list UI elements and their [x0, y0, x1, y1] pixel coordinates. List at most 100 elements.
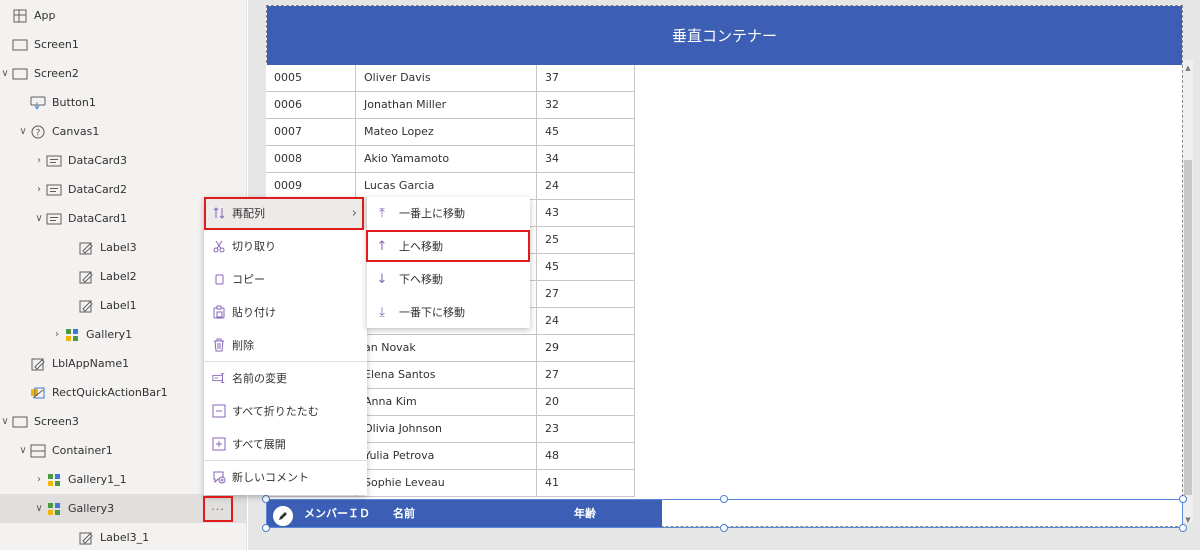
table-row[interactable]: 0008 Akio Yamamoto 34 — [266, 146, 635, 173]
menu-item-rename[interactable]: 名前の変更 — [204, 362, 367, 394]
delete-icon — [212, 338, 226, 352]
gallery-icon — [44, 502, 64, 516]
resize-handle[interactable] — [262, 495, 270, 503]
copy-icon — [212, 272, 226, 286]
scrollbar-thumb[interactable] — [1184, 160, 1192, 495]
submenu-item-label: 上へ移動 — [399, 240, 443, 253]
cell-member-id: 0006 — [266, 92, 356, 119]
tree-item-label: Label3 — [100, 241, 137, 254]
tree-item-screen2[interactable]: ∨ Screen2 — [0, 59, 247, 88]
cell-name: Akio Yamamoto — [356, 146, 537, 173]
tree-item-canvas1[interactable]: ∨ ? Canvas1 — [0, 117, 247, 146]
cell-age: 41 — [537, 470, 635, 497]
resize-handle[interactable] — [1179, 524, 1187, 532]
cell-name: an Novak — [356, 335, 537, 362]
tree-chevron: ∨ — [19, 445, 27, 456]
submenu-item-label: 一番上に移動 — [399, 207, 465, 220]
resize-handle[interactable] — [1179, 495, 1187, 503]
move-down-icon: ↓ — [376, 271, 388, 287]
menu-item-label: コピー — [232, 273, 265, 286]
cell-age: 27 — [537, 281, 635, 308]
menu-item-collapse-all[interactable]: すべて折りたたむ — [204, 395, 367, 427]
table-row[interactable]: 0006 Jonathan Miller 32 — [266, 92, 635, 119]
tree-item-datacard3[interactable]: › DataCard3 — [0, 146, 247, 175]
table-row[interactable]: 0007 Mateo Lopez 45 — [266, 119, 635, 146]
cell-name: Anna Kim — [356, 389, 537, 416]
tree-item-label: Canvas1 — [52, 125, 100, 138]
tree-item-label: Label1 — [100, 299, 137, 312]
scroll-down-arrow-icon[interactable]: ▼ — [1183, 516, 1193, 524]
tree-item-button1[interactable]: Button1 — [0, 88, 247, 117]
tree-item-app[interactable]: App — [0, 1, 247, 30]
context-menu: 再配列 › 切り取り コピー 貼り付け 削除 名前の変更 すべて折りたたむ すべ… — [204, 197, 367, 495]
cell-name: Mateo Lopez — [356, 119, 537, 146]
menu-item-label: 削除 — [232, 339, 254, 352]
move-to-top-icon: ⤒ — [379, 205, 385, 221]
cell-age: 48 — [537, 443, 635, 470]
menu-item-cut[interactable]: 切り取り — [204, 230, 367, 262]
tree-item-label: Gallery1_1 — [68, 473, 127, 486]
menu-item-new-comment[interactable]: 新しいコメント — [204, 461, 367, 493]
menu-item-reorder[interactable]: 再配列 › — [204, 197, 367, 229]
tree-chevron: ∨ — [35, 503, 43, 514]
gallery-icon — [44, 473, 64, 487]
label-icon — [28, 357, 48, 371]
tree-item-label: Screen3 — [34, 415, 79, 428]
cell-age: 20 — [537, 389, 635, 416]
cell-name: Olivia Johnson — [356, 416, 537, 443]
menu-item-label: 再配列 — [232, 207, 265, 220]
menu-item-copy[interactable]: コピー — [204, 263, 367, 295]
resize-handle[interactable] — [262, 524, 270, 532]
collapse-all-icon — [212, 404, 226, 418]
tree-item-label: DataCard1 — [68, 212, 127, 225]
menu-item-paste[interactable]: 貼り付け — [204, 296, 367, 328]
cell-age: 25 — [537, 227, 635, 254]
cell-age: 24 — [537, 173, 635, 200]
tree-item-label3-1[interactable]: Label3_1 — [0, 523, 247, 550]
svg-text:?: ? — [36, 128, 41, 138]
gallery-icon — [62, 328, 82, 342]
container-title: 垂直コンテナー — [267, 6, 1182, 65]
cell-age: 24 — [537, 308, 635, 335]
tree-item-label: RectQuickActionBar1 — [52, 386, 168, 399]
cell-name: Sophie Leveau — [356, 470, 537, 497]
tree-item-label: App — [34, 9, 56, 22]
tree-chevron: › — [55, 329, 59, 340]
tree-chevron: ∨ — [1, 68, 9, 79]
menu-item-label: 切り取り — [232, 240, 276, 253]
more-options-button[interactable]: ··· — [205, 498, 231, 520]
button-icon — [28, 96, 48, 110]
tree-chevron: › — [37, 184, 41, 195]
cell-name: Yulia Petrova — [356, 443, 537, 470]
tree-item-label: Label2 — [100, 270, 137, 283]
resize-handle[interactable] — [720, 524, 728, 532]
cell-member-id: 0009 — [266, 173, 356, 200]
submenu-item-label: 一番下に移動 — [399, 306, 465, 319]
label-icon — [76, 270, 96, 284]
menu-item-delete[interactable]: 削除 — [204, 329, 367, 361]
menu-item-label: すべて展開 — [232, 438, 286, 451]
table-row[interactable]: 0005 Oliver Davis 37 — [266, 65, 635, 92]
move-to-bottom-icon: ⤓ — [379, 304, 385, 320]
cell-age: 32 — [537, 92, 635, 119]
cell-member-id: 0008 — [266, 146, 356, 173]
table-row[interactable]: 0009 Lucas Garcia 24 — [266, 173, 635, 200]
cell-age: 43 — [537, 200, 635, 227]
menu-item-expand-all[interactable]: すべて展開 — [204, 428, 367, 460]
tree-chevron: › — [37, 474, 41, 485]
cell-age: 27 — [537, 362, 635, 389]
submenu-item-move-down[interactable]: ↓ 下へ移動 — [367, 263, 530, 295]
tree-item-label: Gallery3 — [68, 502, 115, 515]
submenu-item-move-to-top[interactable]: ⤒ 一番上に移動 — [367, 197, 530, 229]
tree-chevron: › — [37, 155, 41, 166]
tree-item-label: Container1 — [52, 444, 113, 457]
cell-age: 37 — [537, 65, 635, 92]
scroll-up-arrow-icon[interactable]: ▲ — [1183, 64, 1193, 72]
tree-item-screen1[interactable]: Screen1 — [0, 30, 247, 59]
submenu-item-move-to-bottom[interactable]: ⤓ 一番下に移動 — [367, 296, 530, 328]
cell-age: 34 — [537, 146, 635, 173]
screen-icon — [10, 38, 30, 52]
submenu-item-move-up[interactable]: ↑ 上へ移動 — [367, 230, 530, 262]
resize-handle[interactable] — [720, 495, 728, 503]
datacard-icon — [44, 183, 64, 197]
